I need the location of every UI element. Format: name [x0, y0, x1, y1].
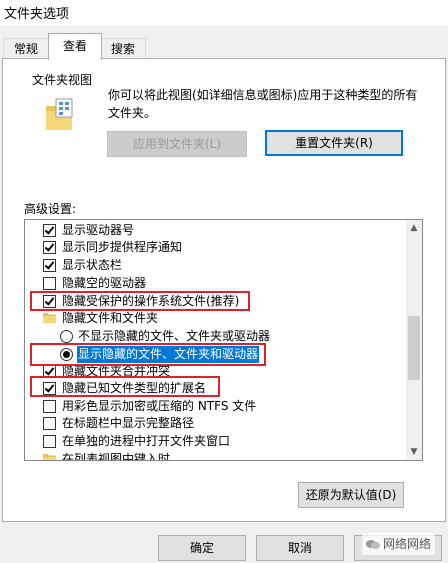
red-highlight-box: [30, 376, 220, 397]
tab-general[interactable]: 常规: [3, 38, 49, 59]
watermark-text: 网络网络: [383, 537, 432, 551]
ok-button[interactable]: 确定: [158, 535, 246, 561]
watermark: 网络网络: [362, 533, 436, 555]
window-title: 文件夹选项: [4, 7, 70, 22]
title-bar: 文件夹选项: [0, 0, 448, 26]
vertical-scrollbar[interactable]: ▲ ▼: [406, 220, 422, 460]
folder-options-dialog: 文件夹选项 常规 查看 搜索 文件夹视图 你可以将此视图(如详细信息或图标)应用…: [0, 0, 448, 563]
checkbox[interactable]: [43, 400, 56, 413]
cancel-button[interactable]: 取消: [256, 535, 344, 561]
folder-views-group-label: 文件夹视图: [30, 71, 95, 88]
red-highlight-box: [30, 291, 250, 311]
folder-icon: [43, 313, 56, 323]
list-item-label: 在标题栏中显示完整路径: [62, 416, 195, 430]
folder-view-icon: [46, 98, 73, 130]
scroll-down-arrow-icon[interactable]: ▼: [406, 444, 422, 460]
restore-defaults-button[interactable]: 还原为默认值(D): [298, 482, 404, 508]
list-item-label: 用彩色显示加密或压缩的 NTFS 文件: [62, 399, 257, 413]
list-item-label: 隐藏空的驱动器: [62, 276, 147, 290]
tab-search[interactable]: 搜索: [100, 38, 146, 59]
folder-icon: [43, 454, 56, 460]
red-highlight-box: [30, 343, 266, 366]
list-item-label: 显示驱动器号: [62, 223, 135, 237]
radio-button[interactable]: [60, 330, 73, 343]
checkbox[interactable]: [43, 435, 56, 448]
folder-views-description: 你可以将此视图(如详细信息或图标)应用于这种类型的所有文件夹。: [108, 88, 418, 120]
list-item-label: 隐藏文件和文件夹: [62, 311, 159, 325]
checkbox[interactable]: [43, 259, 56, 272]
list-item-label: 显示状态栏: [62, 258, 123, 272]
list-item-label: 在列表视图中键入时: [62, 452, 171, 461]
checkbox[interactable]: [43, 277, 56, 290]
advanced-settings-label: 高级设置:: [24, 202, 77, 216]
list-item-label: 显示同步提供程序通知: [62, 240, 183, 254]
tab-view[interactable]: 查看: [48, 33, 102, 60]
checkbox[interactable]: [43, 241, 56, 254]
scroll-up-arrow-icon[interactable]: ▲: [406, 220, 422, 236]
scrollbar-thumb[interactable]: [408, 316, 420, 380]
advanced-settings-list[interactable]: 显示驱动器号 显示同步提供程序通知 显示状态栏 隐藏空的驱动器 隐藏受保护的操作…: [24, 219, 423, 461]
reset-folders-button[interactable]: 重置文件夹(R): [265, 130, 403, 156]
wechat-icon: [366, 540, 380, 549]
list-item-label: 在单独的进程中打开文件夹窗口: [62, 434, 231, 448]
checkbox[interactable]: [43, 224, 56, 237]
apply-to-folders-button[interactable]: 应用到文件夹(L): [107, 131, 247, 157]
checkbox[interactable]: [43, 417, 56, 430]
